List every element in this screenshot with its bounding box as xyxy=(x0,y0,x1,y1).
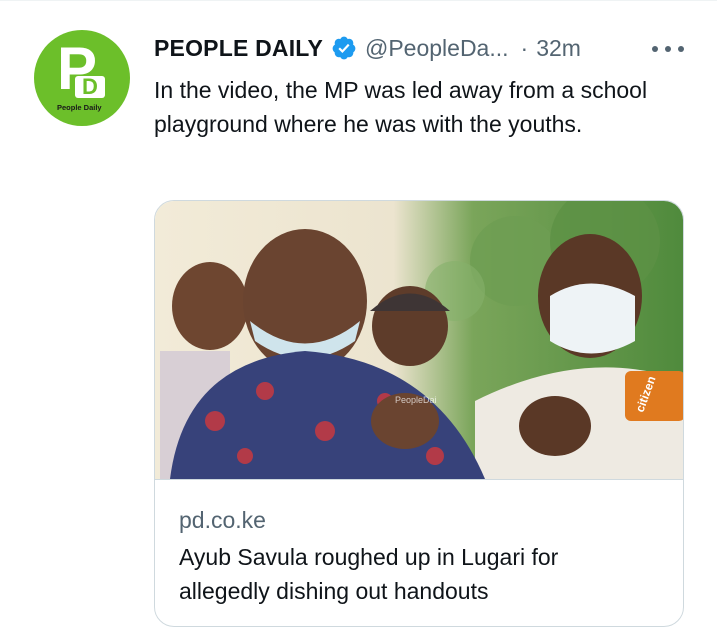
link-card[interactable]: citizen PeopleDai pd.co.ke Ayub Savula r… xyxy=(154,200,684,627)
tweet[interactable]: P D People Daily PEOPLE DAILY @PeopleDa.… xyxy=(0,0,717,637)
image-watermark: PeopleDai xyxy=(395,395,437,405)
logo-letter-d: D xyxy=(75,76,105,98)
logo-text: People Daily xyxy=(57,103,102,112)
card-divider xyxy=(155,479,683,480)
author-display-name[interactable]: PEOPLE DAILY xyxy=(154,35,323,62)
tweet-header: PEOPLE DAILY @PeopleDa... · 32m xyxy=(154,32,581,64)
avatar[interactable]: P D People Daily xyxy=(34,30,130,126)
people-daily-logo: P D People Daily xyxy=(57,39,107,112)
card-image[interactable]: citizen PeopleDai xyxy=(155,201,684,479)
top-divider xyxy=(0,0,717,1)
card-domain: pd.co.ke xyxy=(179,507,266,533)
timestamp[interactable]: 32m xyxy=(536,35,581,62)
dot-3 xyxy=(678,46,684,52)
more-options-icon[interactable] xyxy=(652,40,684,58)
dot-2 xyxy=(665,46,671,52)
dot-1 xyxy=(652,46,658,52)
author-handle[interactable]: @PeopleDa... xyxy=(365,35,509,62)
tweet-text: In the video, the MP was led away from a… xyxy=(154,77,648,137)
separator-dot: · xyxy=(520,34,529,61)
card-title[interactable]: Ayub Savula roughed up in Lugari for all… xyxy=(179,540,649,608)
verified-badge-icon xyxy=(332,36,356,60)
